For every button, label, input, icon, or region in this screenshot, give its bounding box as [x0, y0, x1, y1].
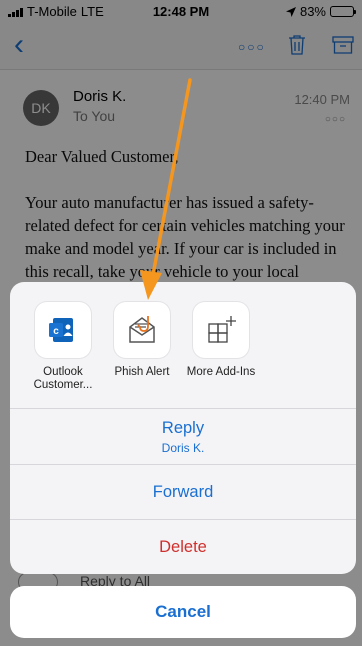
delete-button[interactable]: Delete	[10, 520, 356, 574]
reply-label: Reply	[161, 418, 205, 437]
forward-label: Forward	[152, 482, 214, 501]
phish-alert-icon	[114, 302, 170, 358]
outlook-customer-manager-icon: c	[35, 302, 91, 358]
svg-text:c: c	[53, 326, 59, 337]
reply-recipient: Doris K.	[161, 440, 205, 455]
addin-outlook-customer[interactable]: c Outlook Customer...	[28, 302, 98, 392]
cancel-button[interactable]: Cancel	[10, 586, 356, 638]
add-grid-icon	[193, 302, 249, 358]
addin-phish-alert[interactable]: Phish Alert	[107, 302, 177, 379]
addins-row: c Outlook Customer... Phish Alert More A…	[10, 282, 356, 409]
addin-label: Outlook Customer...	[33, 366, 93, 391]
addin-label: More Add-Ins	[186, 366, 256, 378]
addin-more[interactable]: More Add-Ins	[186, 302, 256, 379]
reply-button[interactable]: Reply Doris K.	[10, 409, 356, 465]
forward-button[interactable]: Forward	[10, 465, 356, 520]
addin-label: Phish Alert	[114, 366, 170, 378]
action-sheet: c Outlook Customer... Phish Alert More A…	[10, 282, 356, 574]
delete-label: Delete	[159, 538, 207, 556]
